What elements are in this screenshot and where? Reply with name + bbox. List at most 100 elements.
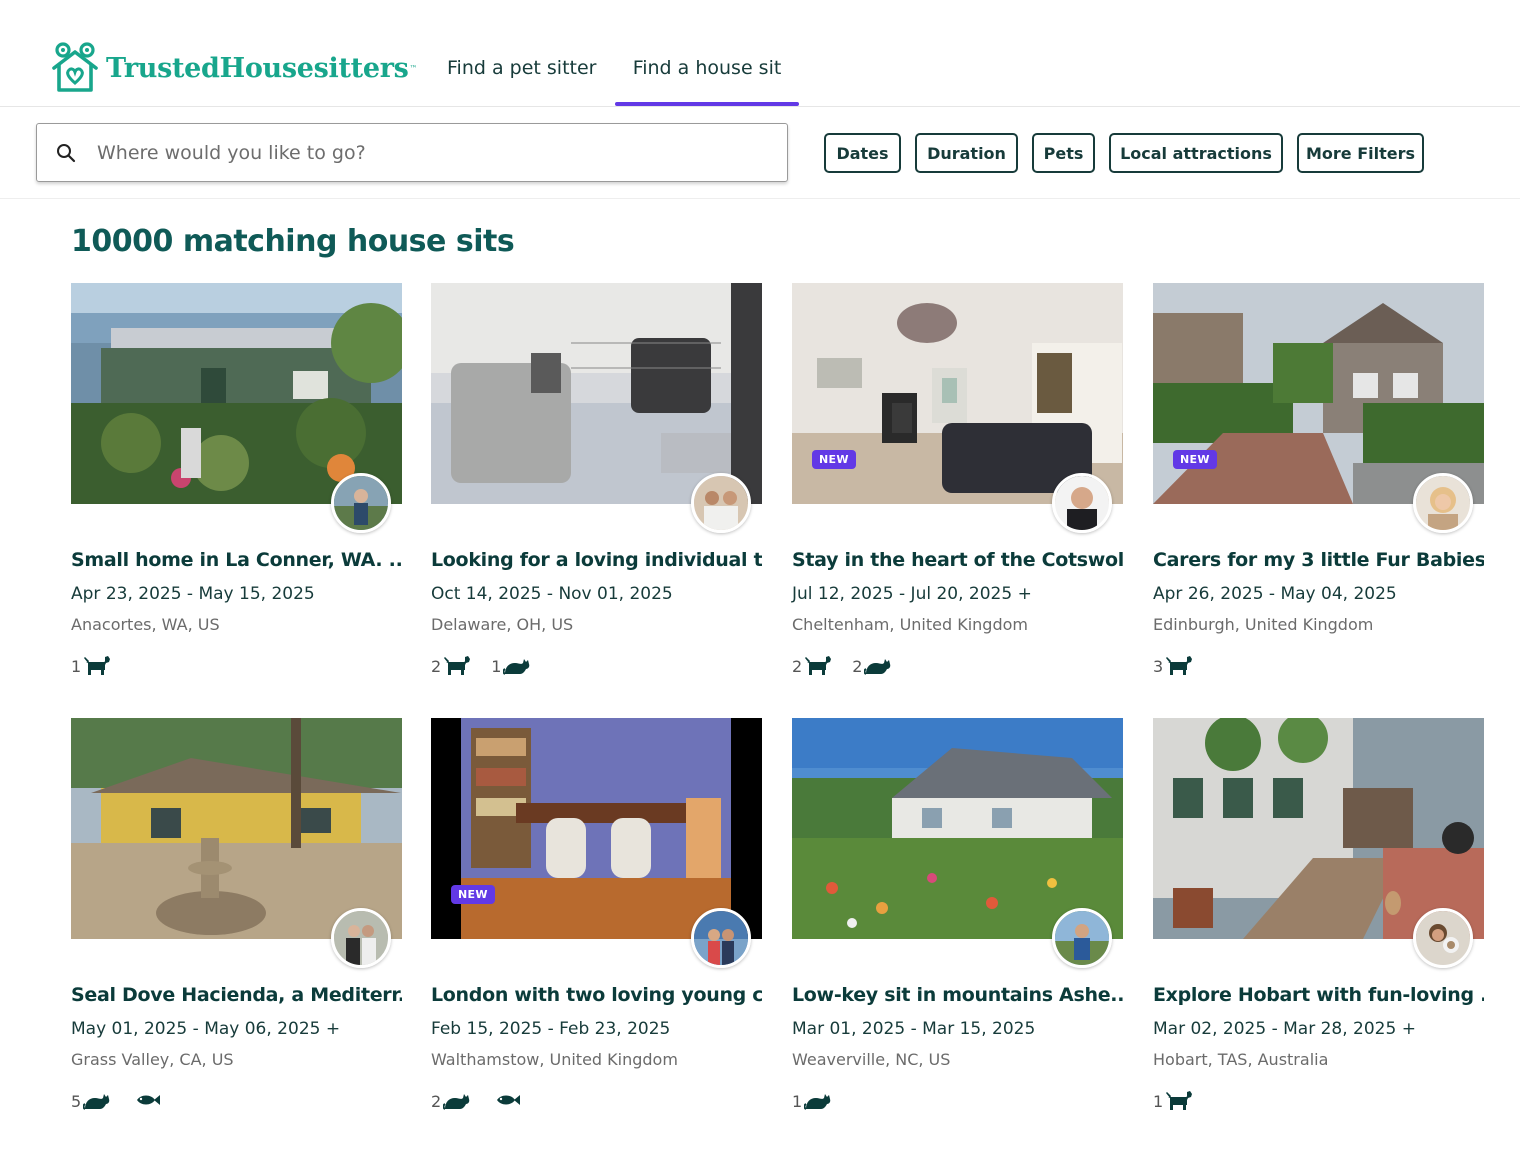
- active-nav-indicator: [615, 102, 799, 106]
- listing-location: Anacortes, WA, US: [71, 615, 220, 634]
- listing-photo[interactable]: [792, 283, 1123, 504]
- listing-pets: 5: [71, 1087, 181, 1113]
- site-logo[interactable]: TrustedHousesitters ™: [50, 42, 418, 94]
- pet-count: 2: [852, 657, 863, 676]
- listing-title[interactable]: Carers for my 3 little Fur Babies: [1153, 549, 1484, 571]
- listing-dates: May 01, 2025 - May 06, 2025 +: [71, 1019, 341, 1039]
- listing-photo[interactable]: [1153, 283, 1484, 504]
- pet-count-dog: 2: [792, 654, 832, 676]
- trademark-symbol: ™: [409, 63, 418, 73]
- listing-location: Delaware, OH, US: [431, 615, 574, 634]
- filter-pets-button[interactable]: Pets: [1032, 133, 1095, 173]
- dog-icon: [83, 654, 111, 676]
- listing-location: Edinburgh, United Kingdom: [1153, 615, 1374, 634]
- listing-title[interactable]: Low-key sit in mountains Ashe...: [792, 984, 1123, 1006]
- fish-icon: [493, 1089, 521, 1111]
- search-box[interactable]: [36, 123, 788, 182]
- pet-count: 5: [71, 1092, 82, 1111]
- listing-pets: 1: [792, 1087, 852, 1113]
- host-avatar[interactable]: [691, 473, 751, 533]
- pet-count-dog: 1: [71, 654, 111, 676]
- listing-location: Hobart, TAS, Australia: [1153, 1050, 1329, 1069]
- listing-card[interactable]: NEW London with two loving young c... Fe…: [431, 718, 762, 1118]
- listing-dates: Apr 23, 2025 - May 15, 2025: [71, 584, 315, 604]
- pet-count-dog: 3: [1153, 654, 1193, 676]
- filter-duration-button[interactable]: Duration: [915, 133, 1018, 173]
- host-avatar[interactable]: [331, 473, 391, 533]
- listing-card[interactable]: Small home in La Conner, WA. ... Apr 23,…: [71, 283, 402, 683]
- pet-count-dog: 1: [1153, 1089, 1193, 1111]
- listing-title[interactable]: Seal Dove Hacienda, a Mediterr...: [71, 984, 402, 1006]
- listing-title[interactable]: Looking for a loving individual t...: [431, 549, 762, 571]
- listing-photo[interactable]: [792, 718, 1123, 939]
- pet-count-cat: 1: [792, 1089, 832, 1111]
- nav-find-pet-sitter[interactable]: Find a pet sitter: [447, 0, 596, 107]
- host-avatar[interactable]: [1052, 473, 1112, 533]
- host-avatar[interactable]: [1052, 908, 1112, 968]
- search-icon: [57, 144, 76, 163]
- host-avatar[interactable]: [1413, 908, 1473, 968]
- listing-title[interactable]: London with two loving young c...: [431, 984, 762, 1006]
- cat-icon: [503, 654, 531, 676]
- filter-more-filters-button[interactable]: More Filters: [1297, 133, 1424, 173]
- nav-find-house-sit[interactable]: Find a house sit: [615, 0, 799, 107]
- listing-card[interactable]: Looking for a loving individual t... Oct…: [431, 283, 762, 683]
- listing-card[interactable]: Seal Dove Hacienda, a Mediterr... May 01…: [71, 718, 402, 1118]
- listing-card[interactable]: Explore Hobart with fun-loving ... Mar 0…: [1153, 718, 1484, 1118]
- listing-title[interactable]: Small home in La Conner, WA. ...: [71, 549, 402, 571]
- pet-count-fish: [491, 1089, 521, 1111]
- host-avatar[interactable]: [331, 908, 391, 968]
- listing-photo[interactable]: [71, 283, 402, 504]
- pet-count-cat: 1: [491, 654, 531, 676]
- listing-location: Weaverville, NC, US: [792, 1050, 951, 1069]
- listing-pets: 1: [71, 652, 131, 678]
- new-badge: NEW: [451, 885, 495, 904]
- listing-card[interactable]: Low-key sit in mountains Ashe... Mar 01,…: [792, 718, 1123, 1118]
- logo-wordmark: TrustedHousesitters: [106, 52, 409, 84]
- search-filter-bar: Dates Duration Pets Local attractions Mo…: [0, 107, 1520, 199]
- listing-card[interactable]: NEW Stay in the heart of the Cotswol... …: [792, 283, 1123, 683]
- listing-photo[interactable]: [1153, 718, 1484, 939]
- cat-icon: [864, 654, 892, 676]
- listing-dates: Mar 02, 2025 - Mar 28, 2025 +: [1153, 1019, 1416, 1039]
- pet-count: 1: [1153, 1092, 1164, 1111]
- listing-title[interactable]: Explore Hobart with fun-loving ...: [1153, 984, 1484, 1006]
- house-pet-logo-icon: [52, 42, 98, 92]
- search-input[interactable]: [97, 136, 757, 170]
- pet-count: 1: [792, 1092, 803, 1111]
- results-heading: 10000 matching house sits: [71, 224, 515, 259]
- listing-dates: Feb 15, 2025 - Feb 23, 2025: [431, 1019, 671, 1039]
- cat-icon: [83, 1089, 111, 1111]
- filter-local-attractions-button[interactable]: Local attractions: [1109, 133, 1283, 173]
- listing-pets: 2 1: [431, 652, 551, 678]
- listing-photo[interactable]: [431, 283, 762, 504]
- dog-icon: [804, 654, 832, 676]
- listing-pets: 3: [1153, 652, 1213, 678]
- cat-icon: [804, 1089, 832, 1111]
- listing-dates: Mar 01, 2025 - Mar 15, 2025: [792, 1019, 1036, 1039]
- listing-dates: Apr 26, 2025 - May 04, 2025: [1153, 584, 1397, 604]
- listing-location: Grass Valley, CA, US: [71, 1050, 234, 1069]
- pet-count: 2: [792, 657, 803, 676]
- listing-dates: Oct 14, 2025 - Nov 01, 2025: [431, 584, 673, 604]
- listing-pets: 2 2: [792, 652, 912, 678]
- dog-icon: [443, 654, 471, 676]
- filter-dates-button[interactable]: Dates: [824, 133, 901, 173]
- site-header: TrustedHousesitters ™ Find a pet sitter F…: [0, 0, 1520, 107]
- listing-title[interactable]: Stay in the heart of the Cotswol...: [792, 549, 1123, 571]
- host-avatar[interactable]: [1413, 473, 1473, 533]
- listing-photo[interactable]: [431, 718, 762, 939]
- host-avatar[interactable]: [691, 908, 751, 968]
- pet-count: 2: [431, 1092, 442, 1111]
- listing-pets: 1: [1153, 1087, 1213, 1113]
- listing-pets: 2: [431, 1087, 541, 1113]
- cat-icon: [443, 1089, 471, 1111]
- listing-dates: Jul 12, 2025 - Jul 20, 2025 +: [792, 584, 1032, 604]
- dog-icon: [1165, 1089, 1193, 1111]
- listing-card[interactable]: NEW Carers for my 3 little Fur Babies Ap…: [1153, 283, 1484, 683]
- pet-count-dog: 2: [431, 654, 471, 676]
- new-badge: NEW: [1173, 450, 1217, 469]
- listing-photo[interactable]: [71, 718, 402, 939]
- pet-count-fish: [131, 1089, 161, 1111]
- pet-count-cat: 5: [71, 1089, 111, 1111]
